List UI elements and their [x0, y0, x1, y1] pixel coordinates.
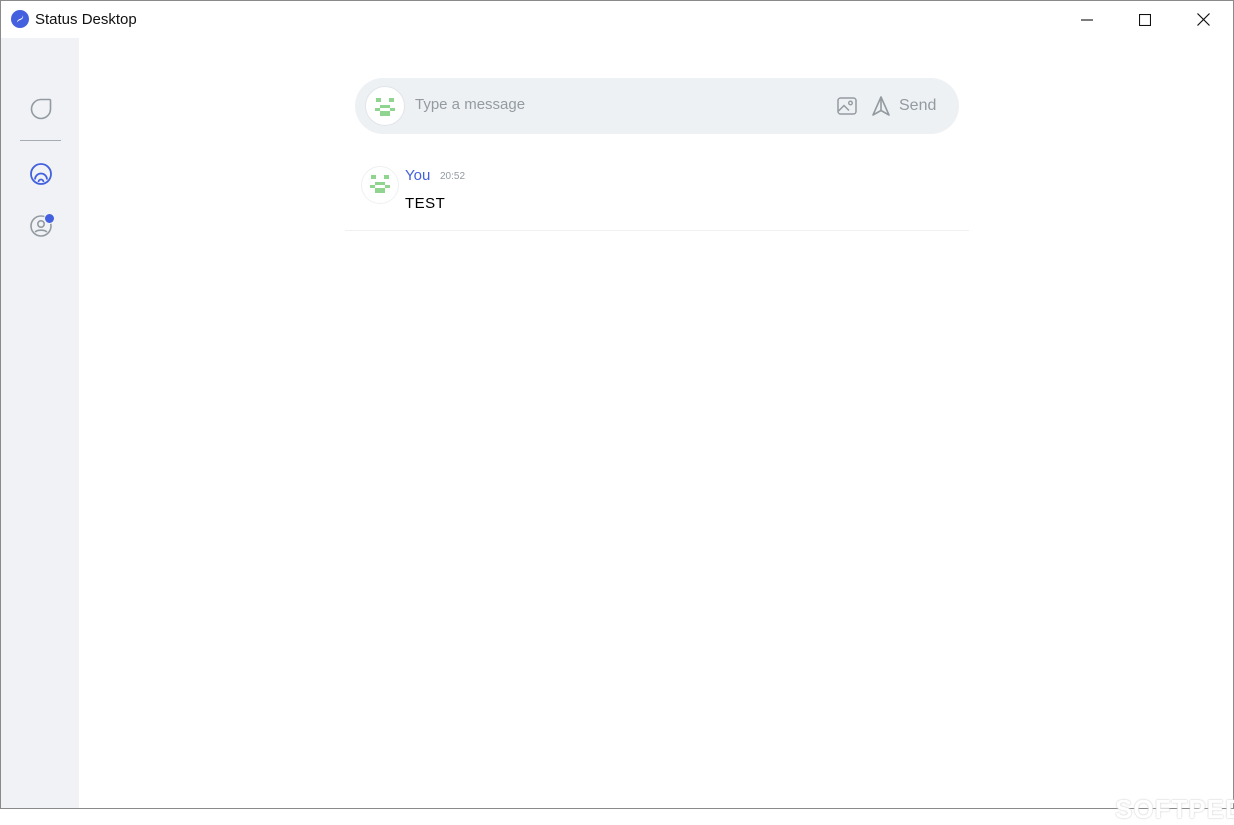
- identicon-icon: [375, 98, 395, 116]
- chat-bubble-icon: [30, 98, 52, 120]
- window-title: Status Desktop: [35, 11, 137, 28]
- sidebar: [1, 38, 79, 808]
- send-label: Send: [899, 97, 937, 114]
- title-bar[interactable]: Status Desktop: [1, 1, 1233, 38]
- message-composer[interactable]: Type a message Send: [355, 78, 959, 134]
- identicon-icon: [370, 175, 390, 193]
- message-author[interactable]: You: [405, 167, 430, 184]
- minimize-icon: [1081, 18, 1093, 21]
- user-avatar: [365, 86, 405, 126]
- status-logo-icon: [11, 10, 29, 28]
- sidebar-item-chat[interactable]: [27, 95, 55, 123]
- close-icon: [1196, 13, 1210, 26]
- chat-area: Type a message Send You 20:52 TEST SOFTP…: [79, 38, 1234, 824]
- message-input[interactable]: Type a message: [415, 96, 525, 113]
- sidebar-item-browser[interactable]: [27, 160, 55, 188]
- watermark: SOFTPEDIA: [1115, 794, 1234, 824]
- minimize-button[interactable]: [1058, 1, 1116, 38]
- dapp-browser-icon: [30, 163, 52, 185]
- close-button[interactable]: [1174, 1, 1232, 38]
- message-avatar[interactable]: [361, 166, 399, 204]
- sidebar-divider: [20, 140, 61, 141]
- image-icon: [837, 97, 857, 115]
- message-item[interactable]: You 20:52 TEST: [345, 158, 969, 231]
- message-timestamp: 20:52: [440, 171, 466, 182]
- maximize-icon: [1139, 13, 1151, 26]
- maximize-button[interactable]: [1116, 1, 1174, 38]
- attach-image-button[interactable]: [835, 94, 859, 118]
- sidebar-item-profile[interactable]: [27, 212, 55, 240]
- app-window: Status Desktop Type a message Send You 2…: [0, 0, 1234, 824]
- message-text: TEST: [405, 195, 446, 212]
- send-arrow-icon: [872, 96, 890, 116]
- notification-badge: [44, 213, 55, 224]
- send-button[interactable]: Send: [871, 93, 936, 119]
